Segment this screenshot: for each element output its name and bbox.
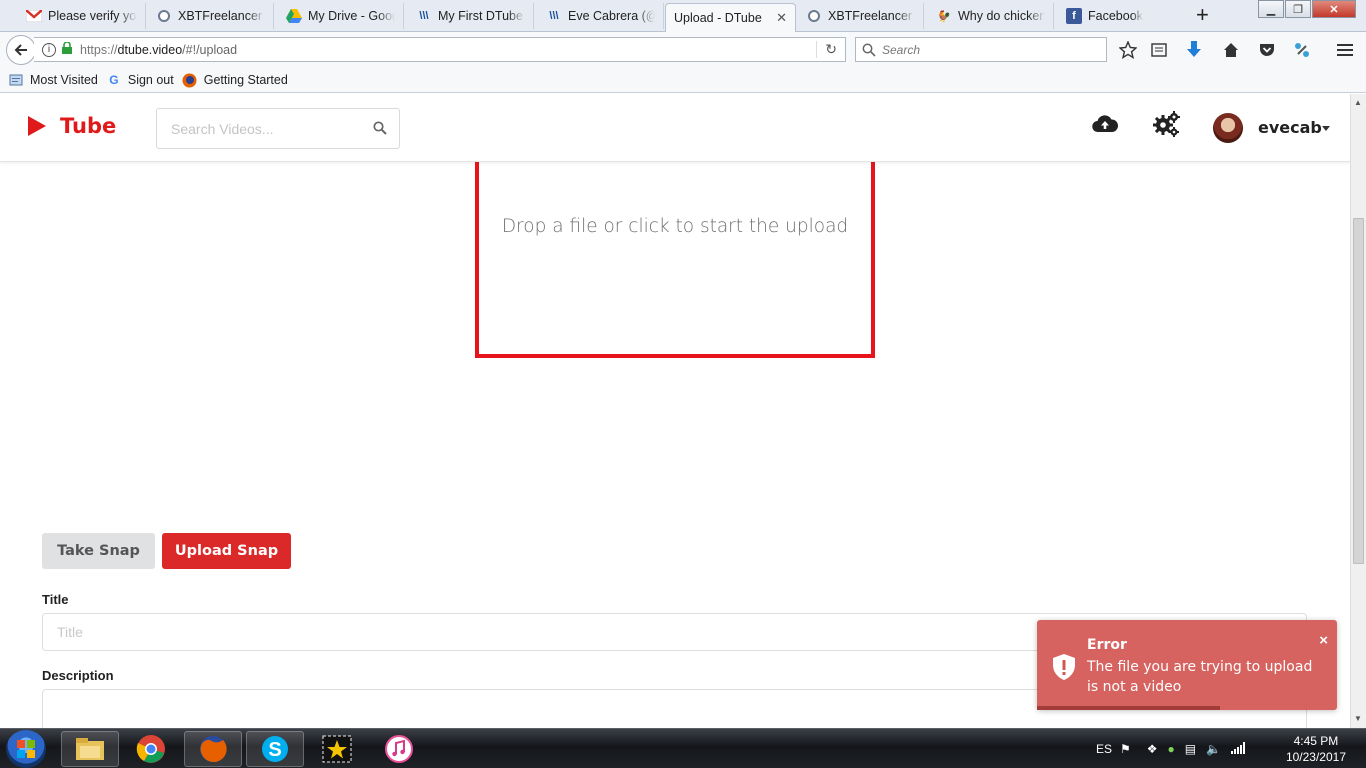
firefox-icon — [182, 72, 198, 88]
xbt-icon — [156, 8, 172, 24]
url-path: /#!/upload — [182, 42, 238, 57]
scroll-up-icon[interactable]: ▲ — [1354, 98, 1362, 107]
dtube-logo[interactable]: Tube — [28, 114, 116, 138]
bookmark-getting-started[interactable]: Getting Started — [182, 72, 288, 88]
username[interactable]: evecab — [1258, 118, 1322, 137]
play-icon — [28, 116, 46, 136]
avatar[interactable] — [1213, 113, 1243, 143]
extension-icon[interactable] — [1292, 40, 1312, 60]
browser-tab[interactable]: XBTFreelancer | N — [148, 3, 274, 29]
shield-warning-icon — [1052, 653, 1076, 686]
bookmark-sign-out[interactable]: G Sign out — [106, 72, 174, 88]
description-label: Description — [42, 668, 114, 683]
speaker-icon[interactable]: 🔈 — [1206, 742, 1221, 756]
file-explorer-taskbar-icon[interactable] — [61, 731, 119, 767]
error-toast: Error The file you are trying to upload … — [1037, 620, 1337, 710]
minimize-button[interactable]: ▁ — [1258, 0, 1284, 18]
settings-gears-icon[interactable] — [1153, 111, 1181, 142]
browser-tab[interactable]: XBTFreelancer | N — [798, 3, 924, 29]
search-icon — [862, 43, 876, 57]
language-indicator[interactable]: ES — [1096, 729, 1112, 768]
browser-tab[interactable]: \\\ Eve Cabrera (@e — [538, 3, 664, 29]
upload-cloud-icon[interactable] — [1092, 113, 1119, 138]
itunes-taskbar-icon[interactable] — [370, 731, 428, 767]
window-controls: ▁ ❐ ✕ — [1257, 0, 1356, 18]
menu-icon[interactable] — [1335, 40, 1355, 60]
movie-maker-taskbar-icon[interactable] — [308, 731, 366, 767]
upload-dropzone[interactable]: Drop a file or click to start the upload — [475, 150, 875, 358]
browser-tab-active[interactable]: Upload - DTube ✕ — [665, 3, 796, 32]
dropzone-text: Drop a file or click to start the upload — [501, 216, 849, 237]
search-icon[interactable] — [373, 121, 387, 140]
reload-icon[interactable]: ↻ — [816, 41, 837, 58]
pocket-icon[interactable] — [1257, 40, 1277, 60]
scroll-down-icon[interactable]: ▼ — [1354, 714, 1362, 723]
home-icon[interactable] — [1221, 40, 1241, 60]
download-icon[interactable] — [1184, 40, 1204, 60]
drive-icon — [286, 8, 302, 24]
network-signal-icon[interactable] — [1231, 741, 1246, 757]
page-scrollbar[interactable]: ▲ ▼ — [1350, 94, 1366, 728]
toast-title: Error — [1087, 637, 1127, 653]
title-label: Title — [42, 592, 69, 607]
google-icon: G — [109, 73, 119, 87]
browser-tab[interactable]: 🐓 Why do chickens — [928, 3, 1054, 29]
url-prefix: https:// — [80, 42, 118, 57]
close-tab-icon[interactable]: ✕ — [770, 10, 787, 26]
dtube-header: Tube evecab — [0, 94, 1350, 162]
video-search-input[interactable] — [157, 109, 357, 148]
windows-logo-icon — [17, 740, 35, 758]
firefox-taskbar-icon[interactable] — [184, 731, 242, 767]
clock-date: 10/23/2017 — [1285, 750, 1346, 764]
new-tab-button[interactable]: + — [1196, 4, 1209, 26]
close-window-button[interactable]: ✕ — [1312, 0, 1356, 18]
browser-search-bar[interactable]: Search — [855, 37, 1107, 62]
clock-time: 4:45 PM — [1293, 734, 1339, 748]
upload-snap-button[interactable]: Upload Snap — [162, 533, 291, 569]
lock-icon — [62, 41, 72, 57]
windows-taskbar: S ES ⚑ ❖ ● ▤ 🔈 4:45 PM 10/23/2017 — [0, 728, 1366, 768]
svg-text:S: S — [268, 739, 281, 761]
evernote-icon[interactable]: ● — [1168, 742, 1175, 756]
system-clock[interactable]: 4:45 PM 10/23/2017 — [1286, 733, 1346, 765]
info-icon[interactable]: i — [42, 42, 56, 57]
navigation-toolbar: i https://dtube.video/#!/upload ↻ Search — [0, 32, 1366, 68]
back-arrow-icon — [14, 44, 27, 56]
browser-tab-strip: Please verify you XBTFreelancer | N My D… — [0, 0, 1366, 32]
browser-tab[interactable]: f Facebook — [1058, 3, 1184, 29]
toast-progress-bar — [1037, 706, 1220, 710]
back-button[interactable] — [6, 35, 36, 65]
chrome-taskbar-icon[interactable] — [122, 731, 180, 767]
reading-list-icon[interactable] — [1149, 40, 1169, 60]
chicken-icon: 🐓 — [937, 10, 951, 23]
url-host: dtube.video — [117, 42, 183, 57]
facebook-icon: f — [1066, 8, 1082, 24]
browser-tab[interactable]: \\\ My First DTube V — [408, 3, 534, 29]
bookmarks-toolbar: Most Visited G Sign out Getting Started — [0, 68, 1366, 93]
steemit-icon: \\\ — [419, 10, 429, 22]
bookmark-most-visited[interactable]: Most Visited — [8, 72, 98, 88]
tray-icons: ⚑ ❖ ● ▤ 🔈 — [1120, 729, 1246, 768]
browser-tab[interactable]: Please verify you — [18, 3, 146, 29]
steemit-icon: \\\ — [549, 10, 559, 22]
chevron-down-icon[interactable] — [1322, 126, 1330, 131]
browser-tab[interactable]: My Drive - Googl — [278, 3, 404, 29]
dropbox-icon[interactable]: ❖ — [1147, 742, 1158, 756]
video-search — [156, 108, 400, 149]
bookmark-star-icon[interactable] — [1118, 40, 1138, 60]
toast-message: The file you are trying to upload is not… — [1087, 659, 1313, 695]
close-icon[interactable]: × — [1319, 632, 1328, 649]
bookmarks-folder-icon — [8, 72, 24, 88]
take-snap-button[interactable]: Take Snap — [42, 533, 155, 569]
xbt-icon — [806, 8, 822, 24]
gmail-icon — [26, 8, 42, 24]
scroll-thumb[interactable] — [1353, 218, 1364, 564]
clipboard-icon[interactable]: ▤ — [1185, 742, 1196, 756]
maximize-button[interactable]: ❐ — [1285, 0, 1311, 18]
action-center-icon[interactable]: ⚑ — [1120, 742, 1131, 756]
start-button[interactable] — [6, 730, 46, 768]
skype-taskbar-icon[interactable]: S — [246, 731, 304, 767]
url-bar[interactable]: i https://dtube.video/#!/upload ↻ — [34, 37, 846, 62]
